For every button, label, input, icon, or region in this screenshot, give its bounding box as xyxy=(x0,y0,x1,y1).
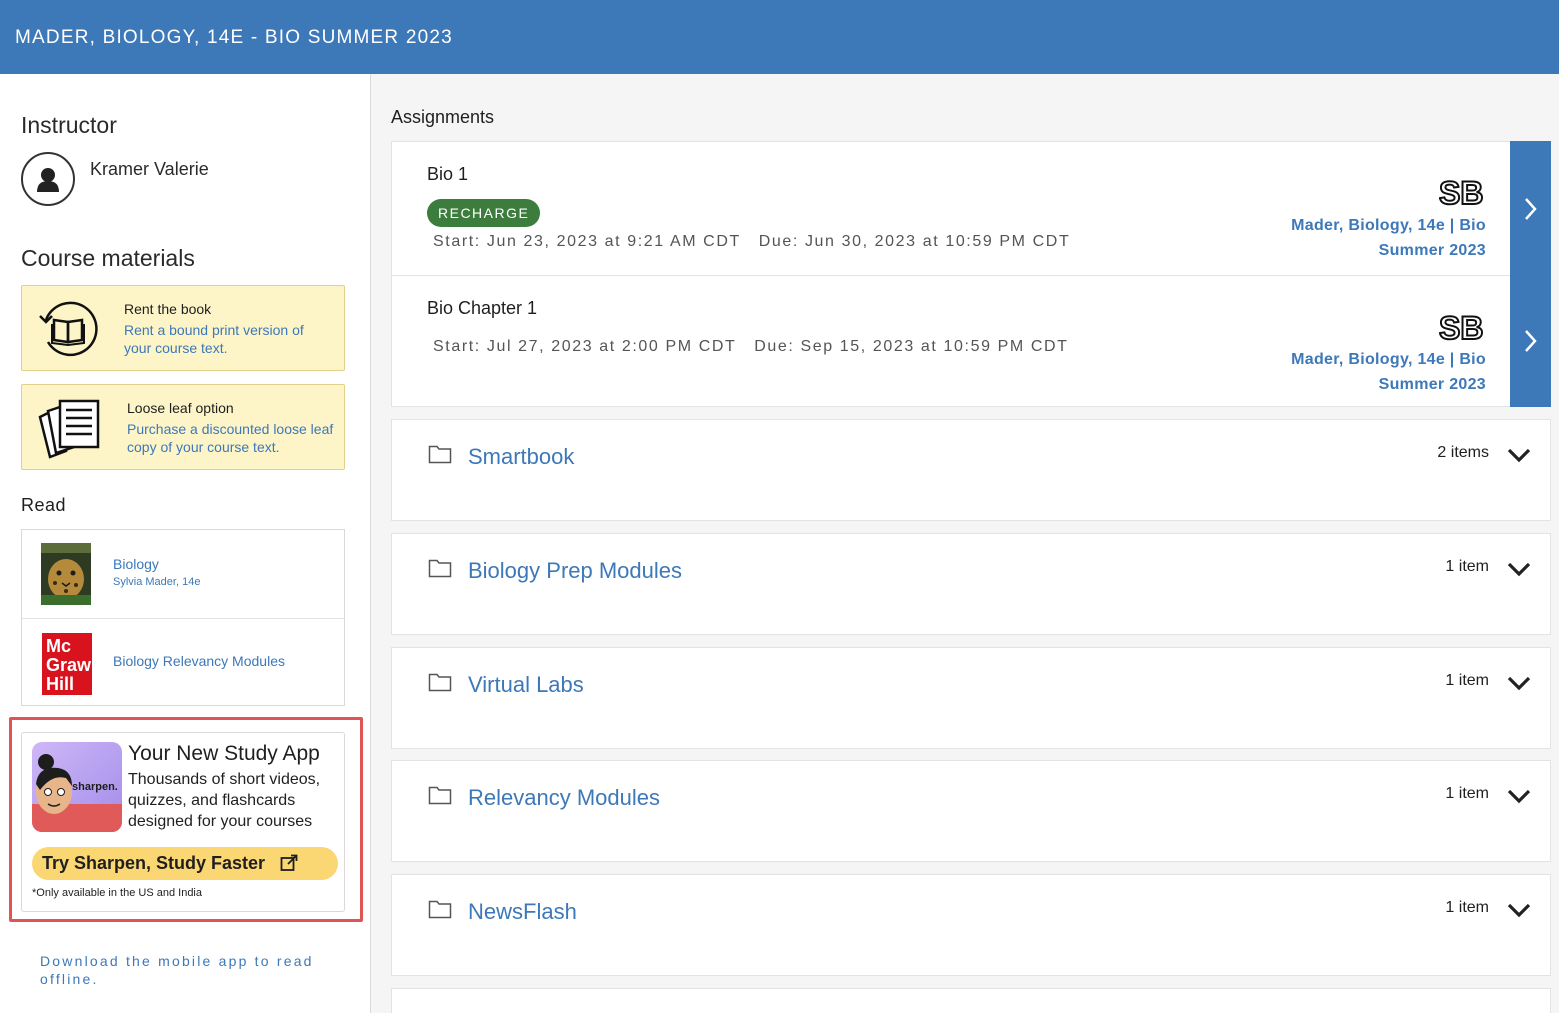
read-item-biology[interactable]: Biology Sylvia Mader, 14e xyxy=(22,530,344,618)
folder-relevancy-modules[interactable]: Relevancy Modules 1 item xyxy=(391,760,1551,862)
promo-description: Thousands of short videos, quizzes, and … xyxy=(128,771,321,830)
folder-partial[interactable] xyxy=(391,988,1551,1013)
read-item-title[interactable]: Biology Relevancy Modules xyxy=(113,653,285,669)
loose-leaf-pages-icon xyxy=(38,399,100,459)
chevron-down-icon[interactable] xyxy=(1506,560,1532,578)
try-sharpen-button[interactable]: Try Sharpen, Study Faster xyxy=(32,847,338,880)
chevron-down-icon[interactable] xyxy=(1506,901,1532,919)
download-mobile-app-link[interactable]: Download the mobile app to read offline. xyxy=(40,952,340,988)
chevron-right-icon xyxy=(1525,198,1537,220)
assignment-dates: Start: Jul 27, 2023 at 2:00 PM CDT Due: … xyxy=(433,338,1069,355)
external-link-icon xyxy=(280,854,298,871)
rent-book-link[interactable]: Rent a bound print version of your cours… xyxy=(124,321,334,357)
loose-leaf-title: Loose leaf option xyxy=(127,400,234,416)
open-assignment-button[interactable] xyxy=(1510,275,1551,407)
read-item-title[interactable]: Biology xyxy=(113,556,159,572)
chevron-right-icon xyxy=(1525,330,1537,352)
smartbook-sb-logo: SB xyxy=(1439,313,1484,343)
folder-name[interactable]: Relevancy Modules xyxy=(468,785,660,811)
folder-icon xyxy=(428,445,452,464)
recharge-badge: RECHARGE xyxy=(427,199,541,227)
folder-icon xyxy=(428,786,452,805)
chevron-down-icon[interactable] xyxy=(1506,674,1532,692)
sharpen-character-icon: sharpen. xyxy=(32,754,122,832)
folder-item-count: 1 item xyxy=(1445,785,1489,802)
chevron-down-icon[interactable] xyxy=(1506,787,1532,805)
folder-item-count: 1 item xyxy=(1445,672,1489,689)
folder-item-count: 2 items xyxy=(1437,444,1489,461)
rent-book-card[interactable]: Rent the book Rent a bound print version… xyxy=(21,285,345,371)
read-heading: Read xyxy=(21,495,67,515)
svg-text:Mc: Mc xyxy=(46,636,71,656)
course-materials-heading: Course materials xyxy=(21,245,195,271)
folder-icon xyxy=(428,673,452,692)
folder-item-count: 1 item xyxy=(1445,558,1489,575)
svg-text:Hill: Hill xyxy=(46,674,74,694)
folder-biology-prep-modules[interactable]: Biology Prep Modules 1 item xyxy=(391,533,1551,635)
person-icon xyxy=(37,168,59,192)
promo-title: Your New Study App xyxy=(128,742,320,765)
svg-text:sharpen.: sharpen. xyxy=(72,781,118,793)
course-title: MADER, BIOLOGY, 14E - BIO SUMMER 2023 xyxy=(15,27,453,48)
avatar xyxy=(21,152,75,206)
folder-name[interactable]: NewsFlash xyxy=(468,899,577,925)
folder-icon xyxy=(428,900,452,919)
mcgraw-hill-logo: Mc Graw Hill xyxy=(42,633,92,695)
folder-virtual-labs[interactable]: Virtual Labs 1 item xyxy=(391,647,1551,749)
read-list: Biology Sylvia Mader, 14e Mc Graw Hill B… xyxy=(21,529,345,706)
book-rental-icon xyxy=(39,301,98,357)
smartbook-sb-logo: SB xyxy=(1439,178,1484,208)
assignment-title[interactable]: Bio Chapter 1 xyxy=(427,298,537,319)
instructor-heading: Instructor xyxy=(21,112,117,138)
rent-book-title: Rent the book xyxy=(124,301,212,317)
promo-availability-note: *Only available in the US and India xyxy=(32,887,202,899)
biology-book-cover xyxy=(41,543,91,605)
instructor-name: Kramer Valerie xyxy=(90,159,209,179)
read-item-relevancy-modules[interactable]: Mc Graw Hill Biology Relevancy Modules xyxy=(22,618,344,706)
folder-item-count: 1 item xyxy=(1445,899,1489,916)
open-assignment-button[interactable] xyxy=(1510,141,1551,276)
svg-text:SB: SB xyxy=(1439,178,1483,208)
chevron-down-icon[interactable] xyxy=(1506,446,1532,464)
assignment-course-link[interactable]: Mader, Biology, 14e | Bio Summer 2023 xyxy=(1246,213,1486,263)
assignment-course-link[interactable]: Mader, Biology, 14e | Bio Summer 2023 xyxy=(1246,347,1486,397)
top-bar: MADER, BIOLOGY, 14E - BIO SUMMER 2023 xyxy=(0,0,1559,74)
loose-leaf-card[interactable]: Loose leaf option Purchase a discounted … xyxy=(21,384,345,470)
svg-text:Graw: Graw xyxy=(46,655,92,675)
assignments-heading: Assignments xyxy=(391,107,495,127)
folder-icon xyxy=(428,559,452,578)
folder-name[interactable]: Biology Prep Modules xyxy=(468,558,682,584)
loose-leaf-link[interactable]: Purchase a discounted loose leaf copy of… xyxy=(127,420,337,456)
folder-smartbook[interactable]: Smartbook 2 items xyxy=(391,419,1551,521)
svg-text:SB: SB xyxy=(1439,313,1483,343)
assignment-row-bio-1[interactable]: Bio 1 RECHARGE Start: Jun 23, 2023 at 9:… xyxy=(391,141,1551,276)
assignment-title[interactable]: Bio 1 xyxy=(427,164,468,185)
assignment-dates: Start: Jun 23, 2023 at 9:21 AM CDT Due: … xyxy=(433,233,1071,250)
folder-name[interactable]: Virtual Labs xyxy=(468,672,584,698)
folder-name[interactable]: Smartbook xyxy=(468,444,574,470)
folder-newsflash[interactable]: NewsFlash 1 item xyxy=(391,874,1551,976)
sharpen-app-image: sharpen. xyxy=(32,742,122,832)
assignment-row-bio-chapter-1[interactable]: Bio Chapter 1 Start: Jul 27, 2023 at 2:0… xyxy=(391,275,1551,407)
try-sharpen-label: Try Sharpen, Study Faster xyxy=(42,853,266,873)
read-item-author: Sylvia Mader, 14e xyxy=(113,576,201,588)
